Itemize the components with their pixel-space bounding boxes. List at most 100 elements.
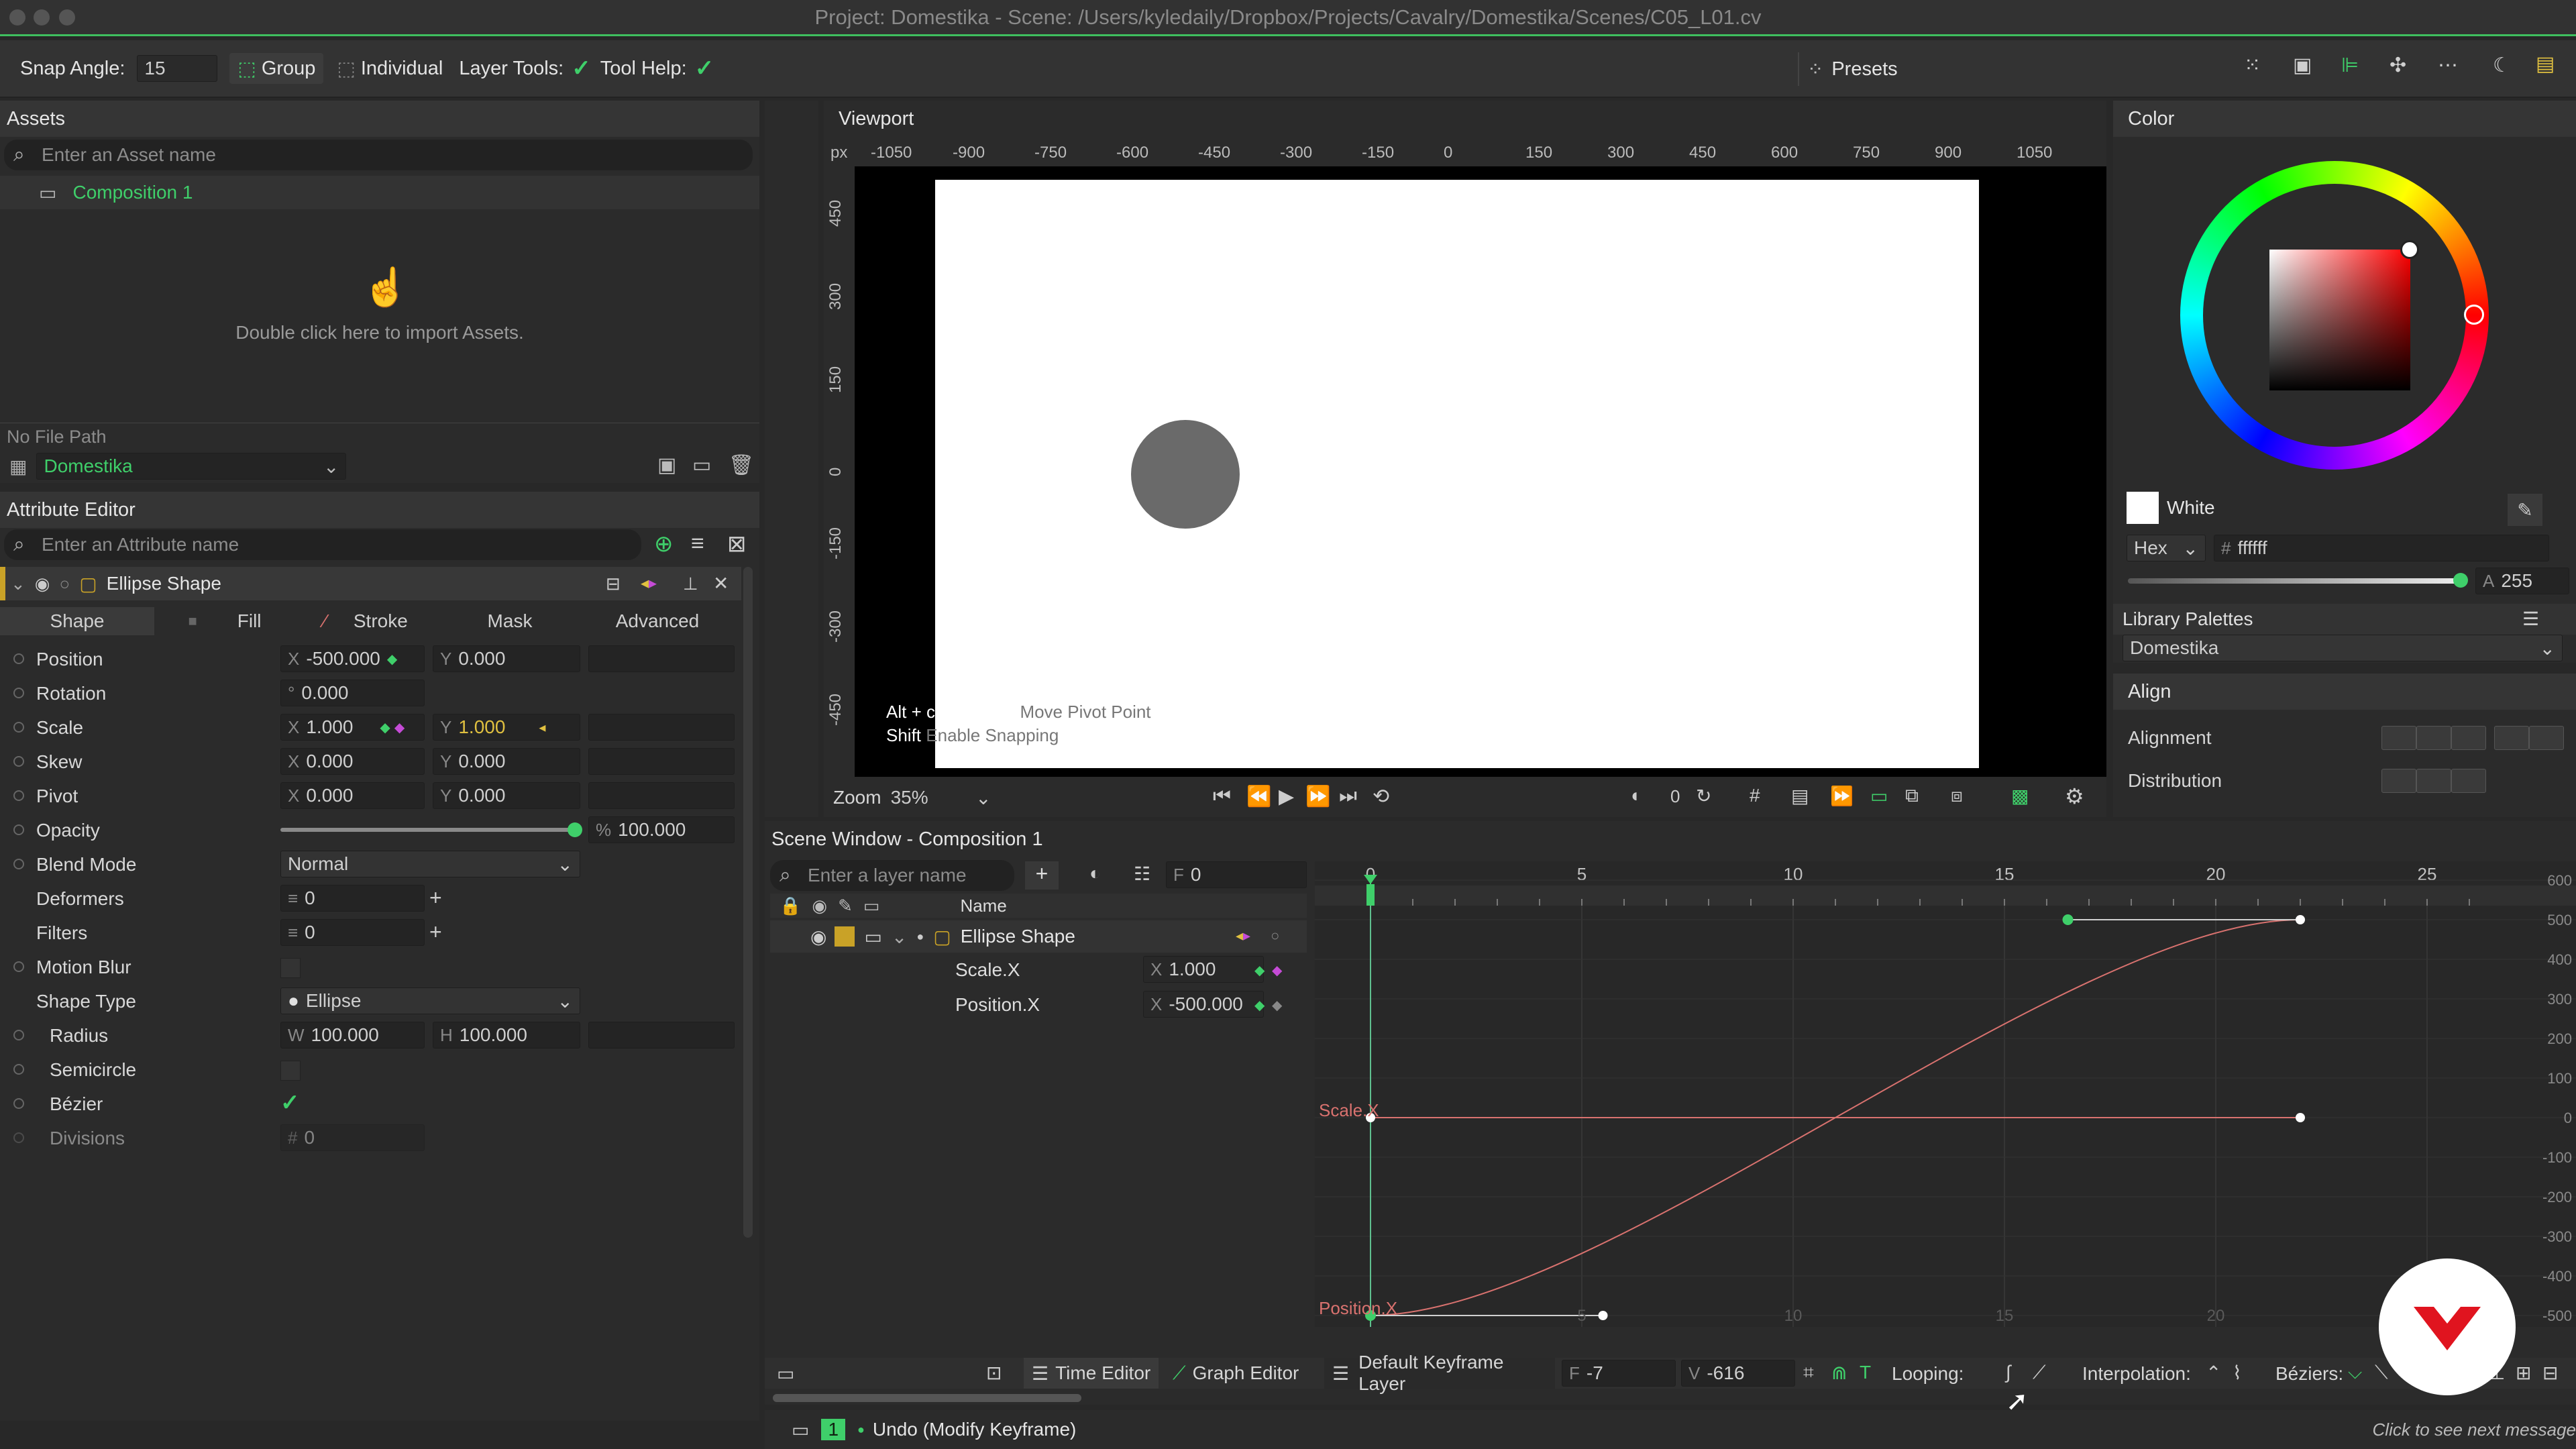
- align-right-button[interactable]: [2451, 726, 2486, 750]
- expand-chevron-icon[interactable]: ⌄: [892, 926, 907, 948]
- solo-icon[interactable]: ○: [59, 574, 70, 594]
- color-swatch[interactable]: [2127, 492, 2159, 524]
- tab-shape[interactable]: Shape: [0, 607, 154, 635]
- animate-dot-icon[interactable]: [13, 1098, 24, 1109]
- edit-header-icon[interactable]: ✎: [838, 896, 853, 916]
- align-center-button[interactable]: [2416, 726, 2451, 750]
- opacity-slider[interactable]: [280, 822, 582, 837]
- import-hint[interactable]: Double click here to import Assets.: [0, 322, 759, 343]
- pivot-z-field[interactable]: [588, 782, 735, 809]
- tab-fill[interactable]: ■ Fill: [154, 610, 295, 632]
- minimize-window-button[interactable]: [34, 9, 50, 25]
- pivot-y-field[interactable]: Y 0.000: [433, 782, 580, 809]
- solo-dot-icon[interactable]: ●: [916, 930, 924, 944]
- motion-blur-checkbox[interactable]: [280, 958, 301, 978]
- position-z-field[interactable]: [588, 645, 735, 672]
- project-select[interactable]: Domestika ⌄: [36, 453, 347, 480]
- keyframe-pink-icon[interactable]: ◆: [394, 719, 405, 736]
- lock-icon[interactable]: 🔒: [780, 896, 801, 916]
- graph-canvas[interactable]: 0 5 10 15 20 25 6005004003002001000-100-200-30…: [1315, 861, 2576, 1327]
- magnet-icon[interactable]: ⋒: [1831, 1362, 1847, 1384]
- pick-attribute-icon[interactable]: ⊕: [654, 531, 674, 557]
- step-back-icon[interactable]: ⏪: [1246, 785, 1271, 808]
- grid-icon[interactable]: #: [1750, 785, 1760, 806]
- bezier-checkbox[interactable]: ✓: [280, 1089, 300, 1116]
- asset-search[interactable]: ⌕ Enter an Asset name: [4, 140, 753, 170]
- loop-offset-icon[interactable]: ⟋: [2033, 1362, 2046, 1384]
- align-top-button[interactable]: [2494, 726, 2529, 750]
- semicircle-checkbox[interactable]: [280, 1061, 301, 1081]
- refresh-icon[interactable]: ↻: [1696, 785, 1711, 807]
- zoom-select[interactable]: 35% ⌄: [891, 787, 991, 809]
- layer-options-icon[interactable]: ⊟: [606, 574, 621, 594]
- keyframe-toggle-icon[interactable]: ◂▸: [641, 574, 657, 593]
- animate-dot-icon[interactable]: [13, 688, 24, 698]
- skew-x-field[interactable]: X 0.000: [280, 748, 425, 775]
- distribute-vertical-button[interactable]: [2416, 769, 2451, 793]
- trash-icon[interactable]: 🗑: [729, 453, 754, 477]
- blend-mode-select[interactable]: Normal ⌄: [280, 851, 580, 877]
- presets-button[interactable]: ⁘ Presets: [1798, 52, 1906, 86]
- folder-icon[interactable]: ▣: [657, 453, 676, 477]
- layout-icon[interactable]: ▤: [2536, 52, 2555, 76]
- fast-forward-icon[interactable]: ⏩: [1830, 785, 1854, 807]
- keyframe-linked-icon[interactable]: ◂: [539, 719, 545, 736]
- zoom-window-button[interactable]: [59, 9, 75, 25]
- viewport-settings-icon[interactable]: ⚙: [2065, 784, 2084, 809]
- sub-layer-scale-x[interactable]: Scale.X X 1.000 ◆ ◆: [770, 953, 1307, 986]
- window-icon[interactable]: ▭: [692, 453, 711, 477]
- layer-header-row[interactable]: ⌄ ◉ ○ ▢ Ellipse Shape ⊟ ◂▸ ⊥ ✕: [0, 567, 741, 600]
- skip-start-icon[interactable]: ⏮: [1213, 785, 1231, 808]
- visibility-eye-icon[interactable]: ◉: [810, 926, 826, 948]
- add-attribute-icon[interactable]: ≡: [691, 531, 704, 557]
- play-icon[interactable]: ▶: [1279, 785, 1294, 808]
- filters-field[interactable]: ≡ 0: [280, 919, 425, 946]
- hue-picker-handle[interactable]: [2464, 305, 2484, 325]
- add-filter-icon[interactable]: +: [429, 920, 442, 945]
- group-toggle[interactable]: ⬚ Group: [229, 53, 324, 84]
- clear-attribute-icon[interactable]: ⊠: [727, 531, 747, 557]
- animate-dot-icon[interactable]: [13, 1064, 24, 1075]
- composition-item[interactable]: ▭ Composition 1: [0, 176, 759, 209]
- layer-search[interactable]: ⌕ Enter a layer name: [770, 860, 1014, 891]
- composition-canvas[interactable]: Alt + click + drag Move Pivot Point Shif…: [886, 180, 1979, 768]
- status-message[interactable]: Undo (Modify Keyframe): [873, 1419, 1076, 1440]
- shape-type-select[interactable]: ● Ellipse ⌄: [280, 987, 580, 1014]
- keyframe-toggle-icon[interactable]: ◂▸: [1236, 927, 1250, 945]
- layer-color-swatch[interactable]: [835, 926, 855, 947]
- layer-tools-checkbox[interactable]: ✓: [572, 55, 591, 82]
- attribute-search[interactable]: ⌕ Enter an Attribute name: [4, 529, 641, 560]
- scale-y-field[interactable]: Y 1.000 ◂: [433, 714, 580, 741]
- radius-w-field[interactable]: W 100.000: [280, 1022, 425, 1049]
- animate-dot-icon[interactable]: [13, 824, 24, 835]
- animate-dot-icon[interactable]: [13, 859, 24, 869]
- distribute-space-button[interactable]: [2451, 769, 2486, 793]
- tag-icon[interactable]: ▭: [864, 926, 881, 948]
- attributes-scrollbar[interactable]: [743, 567, 753, 1238]
- animate-dot-icon[interactable]: [13, 1132, 24, 1143]
- collapse-chevron-icon[interactable]: ⌄: [11, 574, 25, 594]
- animate-dot-icon[interactable]: [13, 1030, 24, 1040]
- layer-row-ellipse[interactable]: ◉ ▭ ⌄ ● ▢ Ellipse Shape ◂▸ ○: [770, 920, 1307, 953]
- bezier-smooth-icon[interactable]: ⌵: [2348, 1362, 2362, 1384]
- keyframe-diamond-icon[interactable]: ◆: [1254, 962, 1265, 979]
- camera-icon[interactable]: ◖: [1629, 785, 1640, 806]
- grid-dots-icon[interactable]: ⁙: [2244, 54, 2261, 77]
- scale-x-value-field[interactable]: X 1.000: [1143, 956, 1264, 983]
- composition-toggle-icon[interactable]: ⊡: [986, 1362, 1002, 1384]
- scale-x-field[interactable]: X 1.000 ◆ ◆: [280, 714, 425, 741]
- keyframe-empty-icon[interactable]: ◆: [1272, 997, 1282, 1014]
- interp-ease-icon[interactable]: ⌃: [2206, 1362, 2221, 1384]
- alpha-slider[interactable]: [2128, 573, 2468, 588]
- divisions-field[interactable]: #0: [280, 1124, 425, 1151]
- palette-select[interactable]: Domestika ⌄: [2123, 635, 2563, 661]
- frame-input[interactable]: F0: [1166, 861, 1307, 888]
- animate-dot-icon[interactable]: [13, 790, 24, 801]
- keyframe-diamond-icon[interactable]: ◆: [387, 651, 397, 667]
- moon-icon[interactable]: ☾: [2493, 54, 2511, 77]
- keyframe-pink-icon[interactable]: ◆: [1272, 962, 1282, 979]
- animate-dot-icon[interactable]: [13, 756, 24, 767]
- coord-x-field[interactable]: F -7: [1562, 1360, 1676, 1387]
- alpha-field[interactable]: A 255: [2475, 568, 2569, 594]
- position-x-value-field[interactable]: X -500.000: [1143, 991, 1264, 1018]
